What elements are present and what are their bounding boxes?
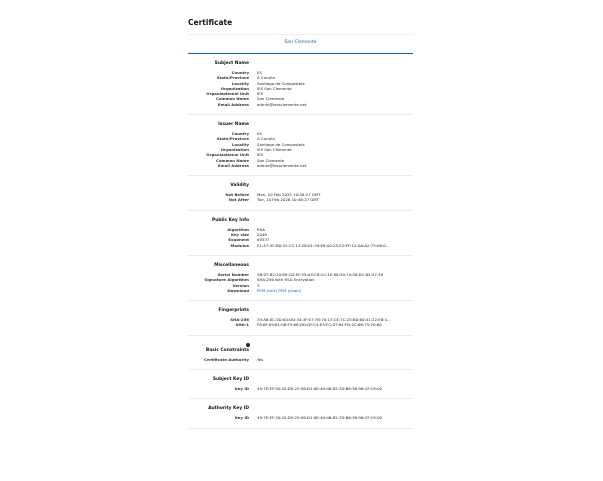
row-label: Certificate Authority bbox=[203, 356, 249, 362]
row-value: admin@iessclemente.net bbox=[257, 101, 307, 107]
validity-section: Validity Not Before Mon, 10 Feb 2025 10:4… bbox=[188, 176, 413, 211]
info-row: Modulus E1:47:4C:B0:32:CC:13:28:01:39:E8:… bbox=[188, 243, 413, 248]
authority-key-id-section: Authority Key ID Key ID 49:7E:EF:30:42:D5… bbox=[188, 399, 413, 429]
info-row: Email Address admin@iessclemente.net bbox=[188, 163, 413, 168]
section-title: Basic Constraints bbox=[205, 347, 249, 353]
subject-name-section: Subject Name Country ES State/Province A C… bbox=[188, 54, 413, 116]
info-row: Key ID 49:7E:EF:30:42:D5:25:58:D1:0E:49:0… bbox=[188, 415, 413, 420]
certificate-viewer: San Clemente Subject Name Country ES Stat… bbox=[188, 34, 413, 429]
info-row: Key ID 49:7E:EF:30:42:D5:25:58:D1:0E:49:0… bbox=[188, 386, 413, 391]
pem-cert-link[interactable]: PEM (cert) bbox=[257, 288, 277, 293]
tab-san-clemente[interactable]: San Clemente bbox=[188, 40, 413, 45]
row-value: Tue, 10 Feb 2026 10:48:27 GMT bbox=[257, 197, 320, 203]
download-links: PEM (cert) PEM (chain) bbox=[257, 288, 405, 293]
info-row: SHA-1 F8:6F:09:61:08:F5:66:DD:DF:C4:E5:FC… bbox=[188, 322, 413, 327]
issuer-name-section: Issuer Name Country ES State/Province A Co… bbox=[188, 115, 413, 177]
page-title: Certificate bbox=[188, 18, 233, 27]
section-title: Subject Name bbox=[214, 61, 249, 66]
info-row: Certificate Authority Yes bbox=[188, 357, 413, 362]
row-value: F8:6F:09:61:08:F5:66:DD:DF:C4:E5:FC:07:9… bbox=[257, 322, 382, 328]
section-title: Issuer Name bbox=[218, 122, 249, 128]
row-value: Yes bbox=[257, 356, 264, 362]
section-title: Validity bbox=[230, 183, 249, 189]
row-value: admin@iessclemente.net bbox=[257, 162, 307, 168]
pem-chain-link[interactable]: PEM (chain) bbox=[278, 288, 301, 293]
section-title: Fingerprints bbox=[218, 308, 249, 314]
row-value: 49:7E:EF:30:42:D5:25:58:D1:0E:49:08:82:7… bbox=[257, 386, 383, 392]
basic-constraints-section: Basic Constraints Certificate Authority Y… bbox=[188, 342, 413, 371]
info-row: Not After Tue, 10 Feb 2026 10:48:27 GMT bbox=[188, 197, 413, 202]
row-label: Download bbox=[227, 287, 249, 293]
row-value: E1:47:4C:B0:32:CC:13:28:01:39:E8:00:25:E… bbox=[257, 242, 390, 248]
info-row: Email Address admin@iessclemente.net bbox=[188, 102, 413, 107]
download-row: Download PEM (cert) PEM (chain) bbox=[188, 288, 413, 293]
row-value: 49:7E:EF:30:42:D5:25:58:D1:0E:49:08:82:7… bbox=[257, 415, 383, 421]
row-label: Key ID bbox=[234, 415, 249, 421]
row-label: Modulus bbox=[230, 242, 249, 248]
fingerprints-section: Fingerprints SHA-256 33:A8:0C:5D:64:DD:34… bbox=[188, 301, 413, 336]
tab-bar: San Clemente bbox=[188, 34, 413, 54]
subject-key-id-section: Subject Key ID Key ID 49:7E:EF:30:42:D5:2… bbox=[188, 370, 413, 400]
public-key-section: Public Key Info Algorithm RSA Key size 204… bbox=[188, 211, 413, 256]
section-title: Miscellaneous bbox=[214, 262, 249, 268]
row-label: Key ID bbox=[234, 386, 249, 392]
section-title: Subject Key ID bbox=[212, 377, 249, 383]
section-title: Authority Key ID bbox=[208, 406, 249, 412]
miscellaneous-section: Miscellaneous Serial Number 3B:07:B2:20:8… bbox=[188, 256, 413, 302]
row-label: SHA-1 bbox=[235, 322, 249, 328]
section-title: Public Key Info bbox=[211, 217, 249, 223]
row-label: Not After bbox=[228, 197, 249, 203]
row-label: Email Address bbox=[217, 162, 249, 168]
row-label: Email Address bbox=[217, 101, 249, 107]
